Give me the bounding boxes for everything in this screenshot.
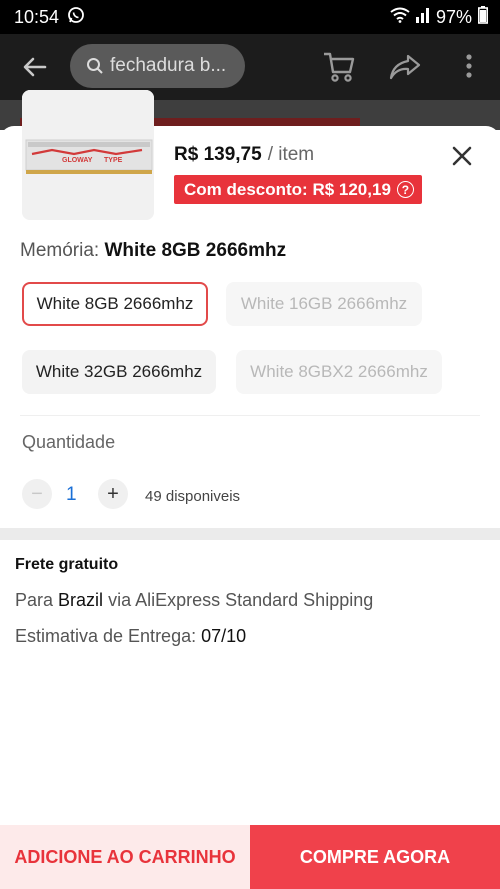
more-icon	[466, 54, 472, 78]
divider	[20, 415, 480, 416]
search-query: fechadura b...	[110, 55, 227, 76]
quantity-label: Quantidade	[22, 432, 116, 452]
delivery-estimate-date: 07/10	[201, 626, 247, 646]
search-icon	[87, 58, 103, 74]
shipping-title: Frete gratuito	[15, 556, 119, 573]
product-thumbnail: GLOWAY TYPE	[22, 90, 154, 220]
close-icon	[452, 146, 472, 166]
shipping-country: Brazil	[58, 590, 104, 610]
whatsapp-icon	[67, 6, 85, 29]
discount-label: Com desconto: R$ 120,19	[184, 179, 391, 199]
back-button[interactable]	[20, 52, 50, 82]
product-price: R$ 139,75	[174, 144, 262, 165]
quantity-value[interactable]: 1	[66, 484, 77, 506]
section-separator	[0, 528, 500, 540]
share-button[interactable]	[388, 52, 422, 82]
cart-icon	[324, 52, 355, 82]
discount-badge: Com desconto: R$ 120,19 ?	[174, 175, 422, 204]
help-icon[interactable]: ?	[396, 181, 414, 198]
price-row: R$ 139,75 / item	[174, 144, 314, 166]
variant-label-row: Memória: White 8GB 2666mhz	[20, 240, 286, 262]
variant-label: Memória:	[20, 240, 100, 261]
variant-option-white-8gb[interactable]: White 8GB 2666mhz	[22, 282, 208, 326]
variant-selected-value: White 8GB 2666mhz	[104, 240, 287, 261]
close-button[interactable]	[450, 144, 474, 168]
more-options-button[interactable]	[462, 52, 476, 82]
variant-option-white-32gb[interactable]: White 32GB 2666mhz	[22, 350, 216, 394]
delivery-estimate: Estimativa de Entrega: 07/10	[15, 626, 246, 647]
brand-text: GLOWAY	[62, 157, 93, 164]
quantity-increase-button[interactable]: +	[98, 479, 128, 509]
quantity-decrease-button[interactable]: −	[22, 479, 52, 509]
back-arrow-icon	[23, 57, 47, 77]
shipping-method: via AliExpress Standard Shipping	[108, 590, 374, 610]
shipping-prefix: Para	[15, 590, 54, 610]
buy-now-button[interactable]: COMPRE AGORA	[250, 825, 500, 889]
action-footer: ADICIONE AO CARRINHO COMPRE AGORA	[0, 825, 500, 889]
series-text: TYPE	[104, 157, 123, 164]
search-bar[interactable]: fechadura b...	[70, 44, 245, 88]
wifi-icon	[390, 7, 410, 28]
share-icon	[389, 54, 421, 80]
stock-available: 49 disponiveis	[145, 488, 241, 505]
variant-option-white-16gb[interactable]: White 16GB 2666mhz	[226, 282, 422, 326]
battery-level: 97%	[435, 6, 472, 27]
status-time: 10:54	[14, 6, 60, 27]
signal-icon	[415, 7, 430, 28]
add-to-cart-button[interactable]: ADICIONE AO CARRINHO	[0, 825, 250, 889]
price-unit: / item	[267, 144, 315, 165]
variant-option-white-8gbx2[interactable]: White 8GBX2 2666mhz	[236, 350, 442, 394]
battery-icon	[478, 5, 488, 29]
status-bar: 10:54 97%	[0, 0, 500, 34]
delivery-estimate-label: Estimativa de Entrega:	[15, 626, 197, 646]
cart-button[interactable]	[322, 50, 358, 84]
shipping-destination: Para Brazil via AliExpress Standard Ship…	[15, 590, 373, 611]
